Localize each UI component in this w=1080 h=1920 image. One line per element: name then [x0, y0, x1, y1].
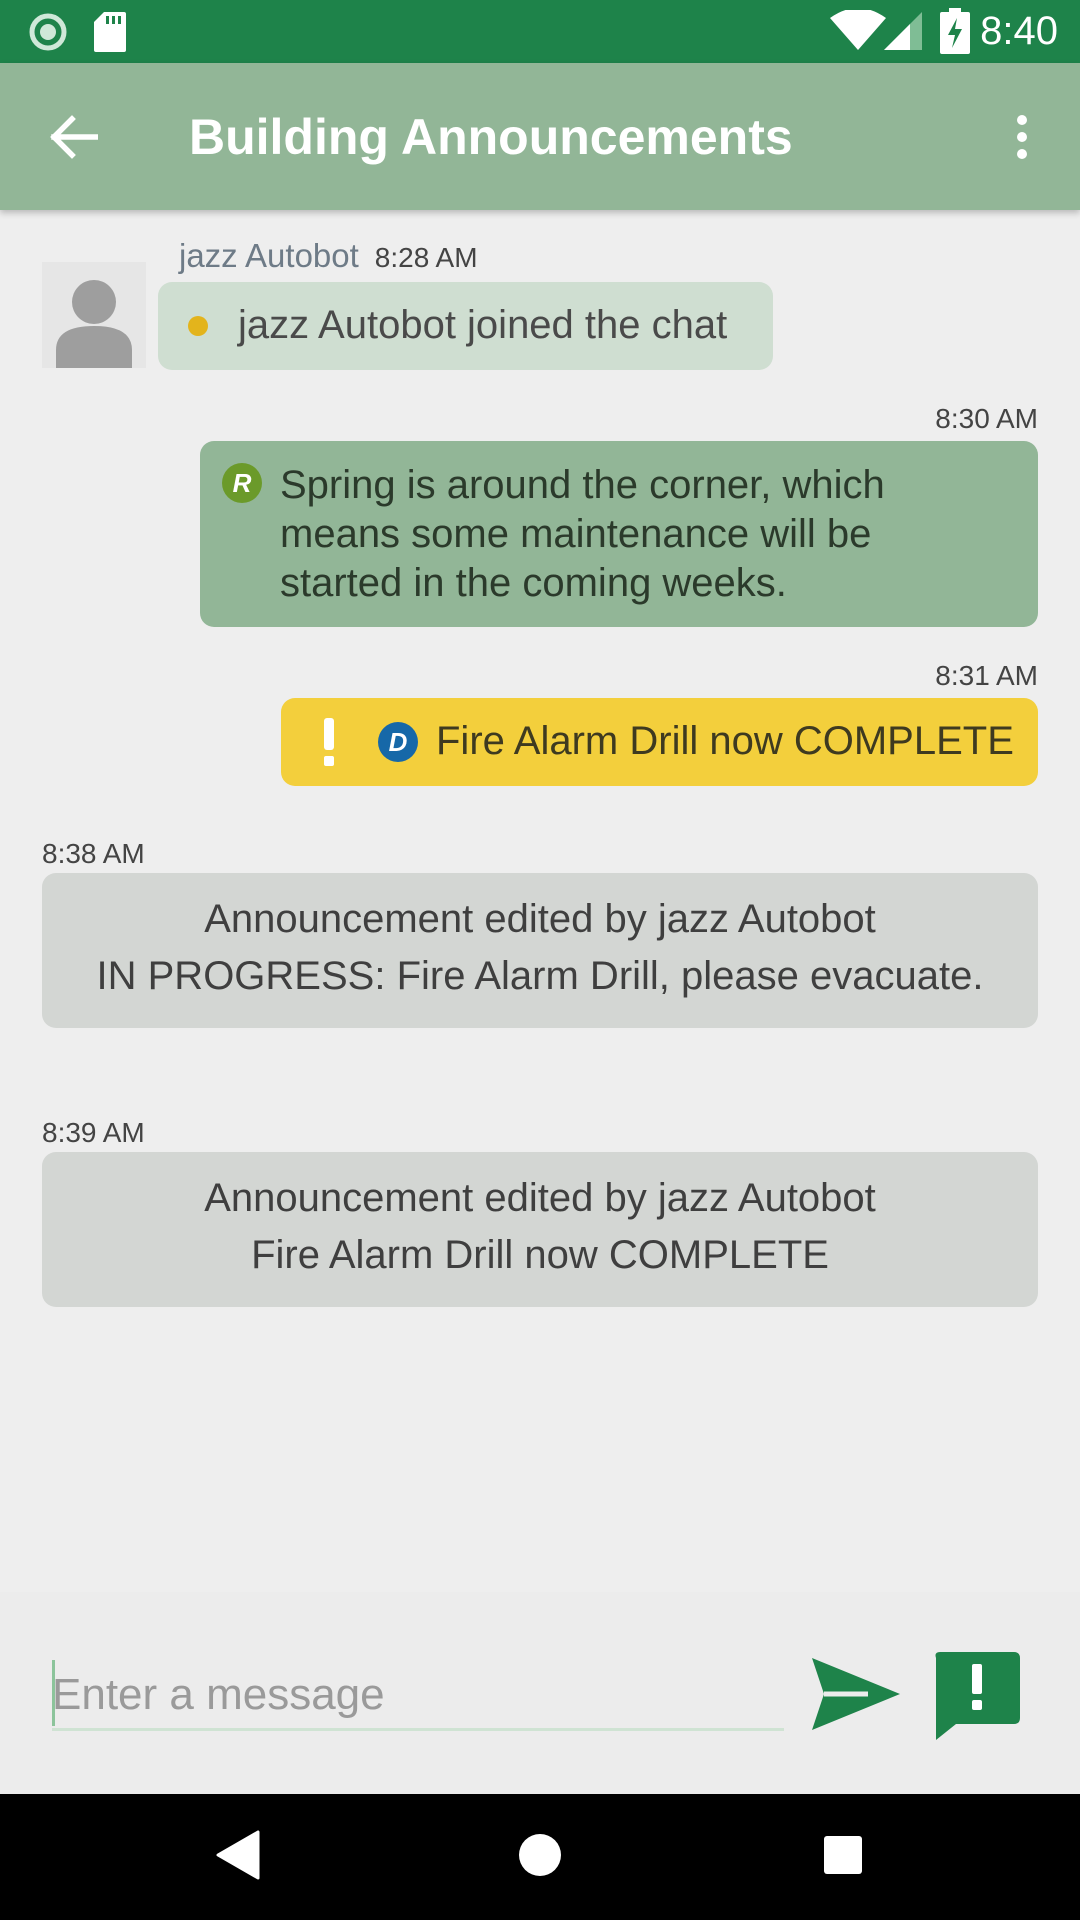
status-bar: 8:40 [0, 0, 1080, 63]
system-message-title: Announcement edited by jazz Autobot [204, 897, 876, 941]
nav-recents-button[interactable] [810, 1824, 876, 1890]
exclamation-icon [321, 714, 337, 770]
alert-message-icon [934, 1652, 1020, 1744]
compose-bar [0, 1592, 1080, 1794]
message-bubble-outgoing[interactable]: R Spring is around the corner, which mea… [200, 441, 1038, 627]
message-text: Fire Alarm Drill now COMPLETE [436, 719, 1014, 763]
system-message-body: Fire Alarm Drill now COMPLETE [251, 1233, 829, 1277]
text-cursor [52, 1660, 55, 1726]
page-title: Building Announcements [189, 109, 793, 165]
arrow-left-icon [50, 114, 99, 164]
message-sender-row: jazz Autobot 8:28 AM [179, 234, 478, 280]
message-time: 8:30 AM [935, 403, 1038, 434]
navigation-bar [0, 1794, 1080, 1920]
message-bubble-alert[interactable]: D Fire Alarm Drill now COMPLETE [281, 698, 1038, 786]
system-message-body: IN PROGRESS: Fire Alarm Drill, please ev… [96, 954, 984, 998]
message-input[interactable] [52, 1662, 784, 1731]
message-time: 8:31 AM [935, 660, 1038, 691]
message-bubble-joined[interactable]: jazz Autobot joined the chat [158, 282, 773, 370]
system-message[interactable]: Announcement edited by jazz Autobot Fire… [42, 1152, 1038, 1307]
delivered-badge-icon: D [378, 722, 418, 762]
message-text: Spring is around the corner, which means… [280, 463, 885, 605]
system-message-title: Announcement edited by jazz Autobot [204, 1176, 876, 1220]
more-vert-icon [1016, 114, 1028, 164]
app-bar: Building Announcements [0, 63, 1080, 210]
online-indicator-icon [188, 316, 208, 336]
recents-square-icon [822, 1834, 864, 1881]
person-icon [42, 280, 146, 368]
back-button[interactable] [38, 103, 110, 175]
sd-card-icon [94, 12, 126, 57]
message-time: 8:28 AM [374, 242, 478, 273]
status-time: 8:40 [980, 9, 1058, 53]
back-triangle-icon [216, 1830, 262, 1885]
cell-signal-icon [884, 12, 922, 55]
send-icon [810, 1658, 902, 1738]
wifi-icon [830, 8, 886, 57]
avatar[interactable] [42, 262, 146, 368]
overflow-menu-button[interactable] [1000, 103, 1044, 175]
record-icon [28, 12, 68, 57]
battery-charging-icon [940, 8, 970, 59]
message-text: jazz Autobot joined the chat [238, 303, 728, 347]
message-time: 8:38 AM [42, 838, 145, 869]
send-button[interactable] [810, 1654, 902, 1734]
message-time: 8:39 AM [42, 1117, 145, 1148]
home-circle-icon [517, 1832, 563, 1883]
alert-message-button[interactable] [934, 1652, 1020, 1740]
read-badge-icon: R [222, 463, 262, 503]
nav-back-button[interactable] [206, 1824, 272, 1890]
sender-name: jazz Autobot [179, 237, 359, 274]
system-message[interactable]: Announcement edited by jazz Autobot IN P… [42, 873, 1038, 1028]
nav-home-button[interactable] [507, 1824, 573, 1890]
